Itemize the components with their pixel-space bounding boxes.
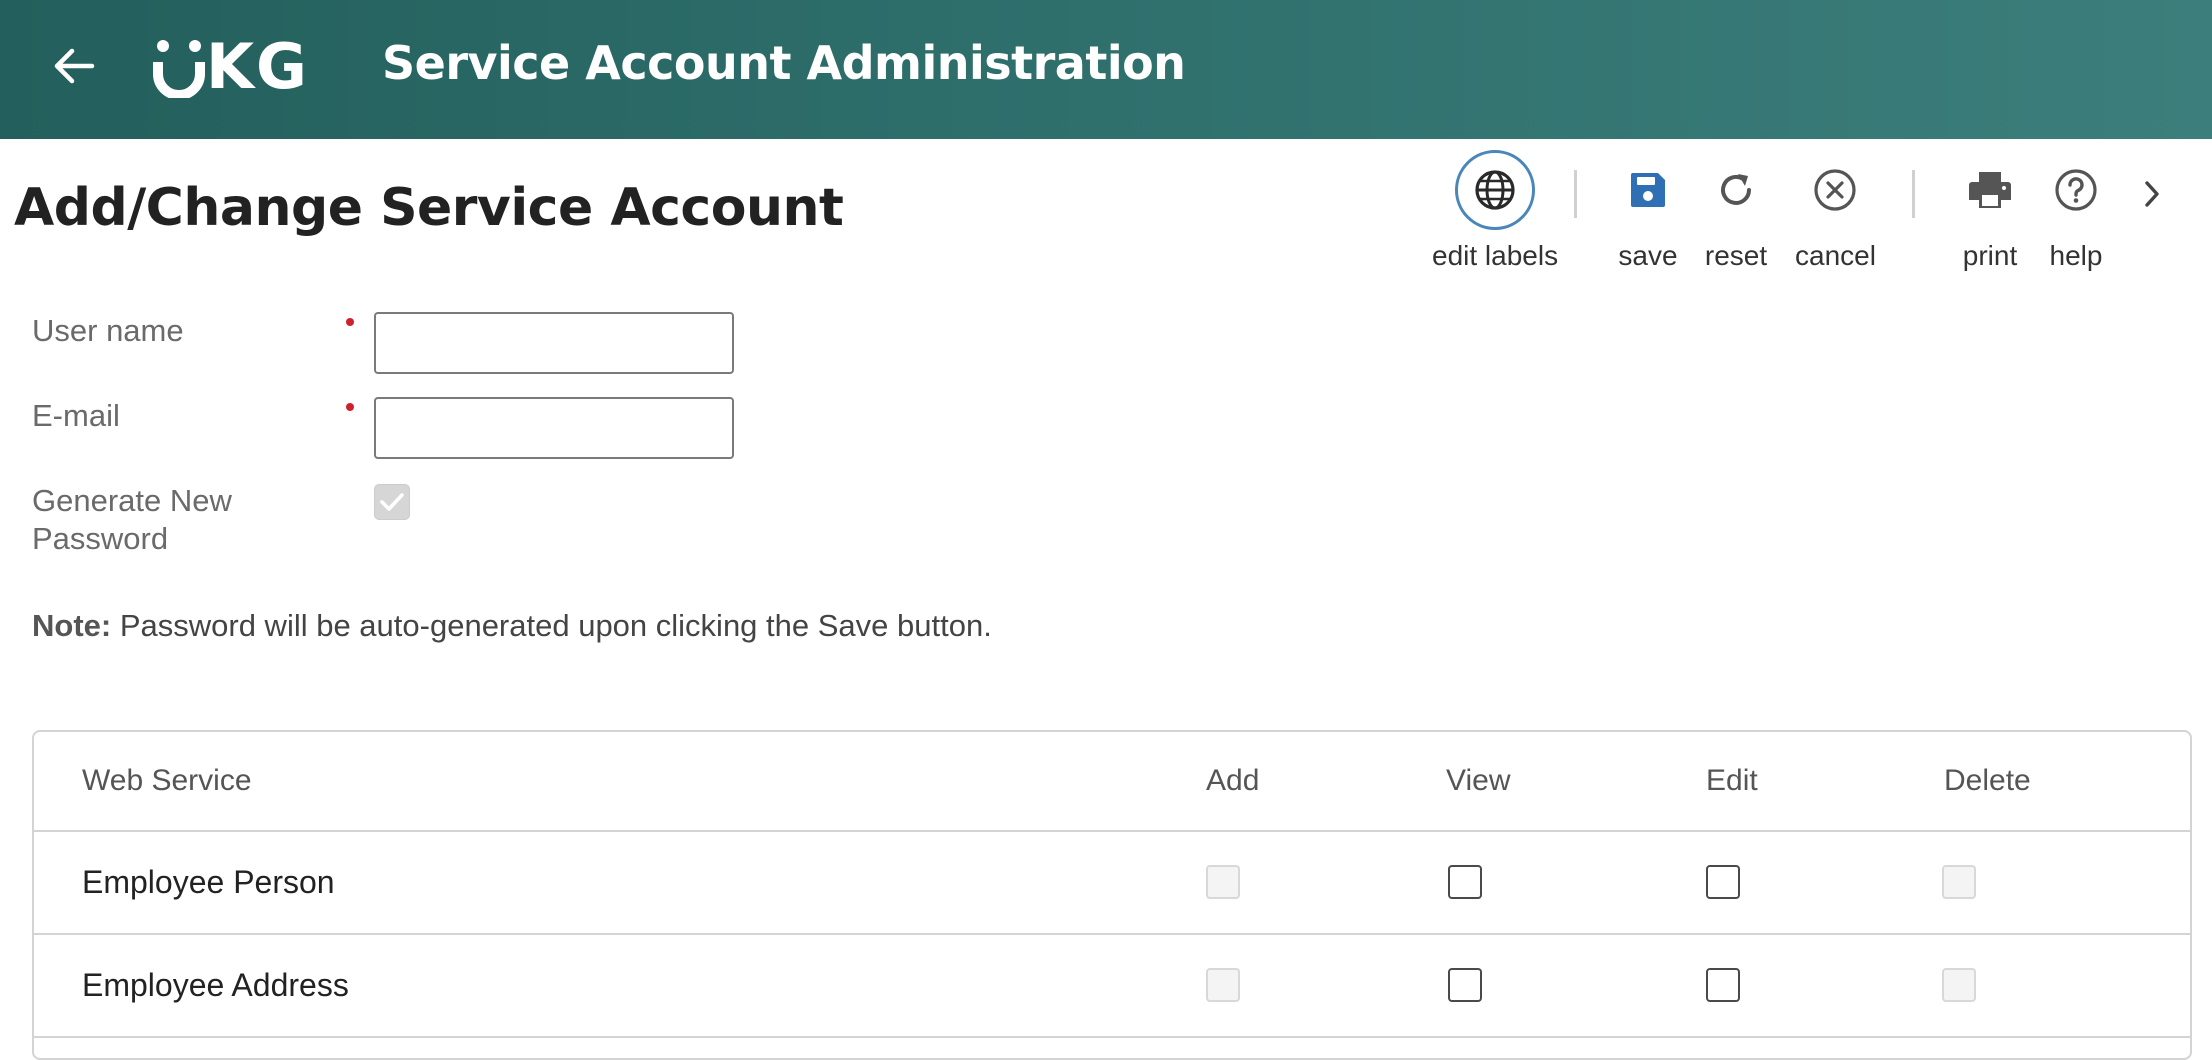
table-row: Employee Address xyxy=(34,935,2190,1038)
add-checkbox xyxy=(1206,968,1240,1002)
edit-checkbox[interactable] xyxy=(1706,865,1740,899)
web-service-name: Employee Address xyxy=(82,967,349,1003)
add-checkbox xyxy=(1206,865,1240,899)
email-label: E-mail xyxy=(32,398,120,433)
chevron-right-icon xyxy=(2145,181,2159,207)
note-prefix: Note: xyxy=(32,608,112,643)
user-name-label: User name xyxy=(32,313,184,348)
page-title: Add/Change Service Account xyxy=(14,178,844,238)
generate-password-label-line2: Password xyxy=(32,521,169,556)
table-row: Employee Person xyxy=(34,832,2190,935)
ukg-logo: KG xyxy=(152,30,309,103)
column-header-delete: Delete xyxy=(1944,764,2031,797)
logo-u-mark xyxy=(152,34,206,100)
view-checkbox[interactable] xyxy=(1448,968,1482,1002)
save-label: save xyxy=(1618,240,1678,271)
globe-icon xyxy=(1455,150,1536,230)
generate-password-label-line1: Generate New xyxy=(32,483,232,518)
floppy-disk-icon xyxy=(1608,150,1688,230)
required-marker xyxy=(346,403,354,411)
save-button[interactable]: save xyxy=(1608,150,1688,272)
password-note: Note: Password will be auto-generated up… xyxy=(32,608,992,644)
question-circle-icon xyxy=(2036,150,2116,230)
toolbar-more-button[interactable] xyxy=(2132,172,2172,216)
edit-labels-label: edit labels xyxy=(1432,240,1559,271)
generate-password-checkbox[interactable] xyxy=(374,484,410,520)
table-header-row: Web Service Add View Edit Delete xyxy=(34,732,2190,832)
web-service-table: Web Service Add View Edit Delete Employe… xyxy=(32,730,2192,1060)
edit-labels-button[interactable]: edit labels xyxy=(1432,150,1558,272)
back-button[interactable] xyxy=(46,38,102,94)
toolbar-divider xyxy=(1574,170,1577,218)
delete-checkbox xyxy=(1942,968,1976,1002)
toolbar-divider xyxy=(1912,170,1915,218)
reset-label: reset xyxy=(1704,240,1768,271)
note-text: Password will be auto-generated upon cli… xyxy=(111,608,992,643)
required-marker xyxy=(346,318,354,326)
app-header: KG Service Account Administration xyxy=(0,0,2212,139)
help-button[interactable]: help xyxy=(2036,150,2116,272)
email-input[interactable] xyxy=(374,397,734,459)
refresh-icon xyxy=(1696,150,1776,230)
help-label: help xyxy=(2049,240,2103,271)
column-header-edit: Edit xyxy=(1706,764,1758,797)
view-checkbox[interactable] xyxy=(1448,865,1482,899)
edit-checkbox[interactable] xyxy=(1706,968,1740,1002)
reset-button[interactable]: reset xyxy=(1696,150,1776,272)
app-title: Service Account Administration xyxy=(382,36,1186,90)
web-service-name: Employee Person xyxy=(82,864,335,900)
print-button[interactable]: print xyxy=(1950,150,2030,272)
cancel-label: cancel xyxy=(1795,240,1876,271)
arrow-left-icon xyxy=(54,48,95,84)
cancel-button[interactable]: cancel xyxy=(1795,150,1876,272)
generate-password-label: Generate New Password xyxy=(32,482,232,558)
checkmark-icon xyxy=(380,493,404,511)
printer-icon xyxy=(1950,150,2030,230)
circle-x-icon xyxy=(1795,150,1875,230)
column-header-add: Add xyxy=(1206,764,1260,797)
column-header-web-service: Web Service xyxy=(82,764,252,797)
logo-text: KG xyxy=(206,29,309,103)
column-header-view: View xyxy=(1446,764,1511,797)
print-label: print xyxy=(1962,240,2018,271)
user-name-input[interactable] xyxy=(374,312,734,374)
delete-checkbox xyxy=(1942,865,1976,899)
